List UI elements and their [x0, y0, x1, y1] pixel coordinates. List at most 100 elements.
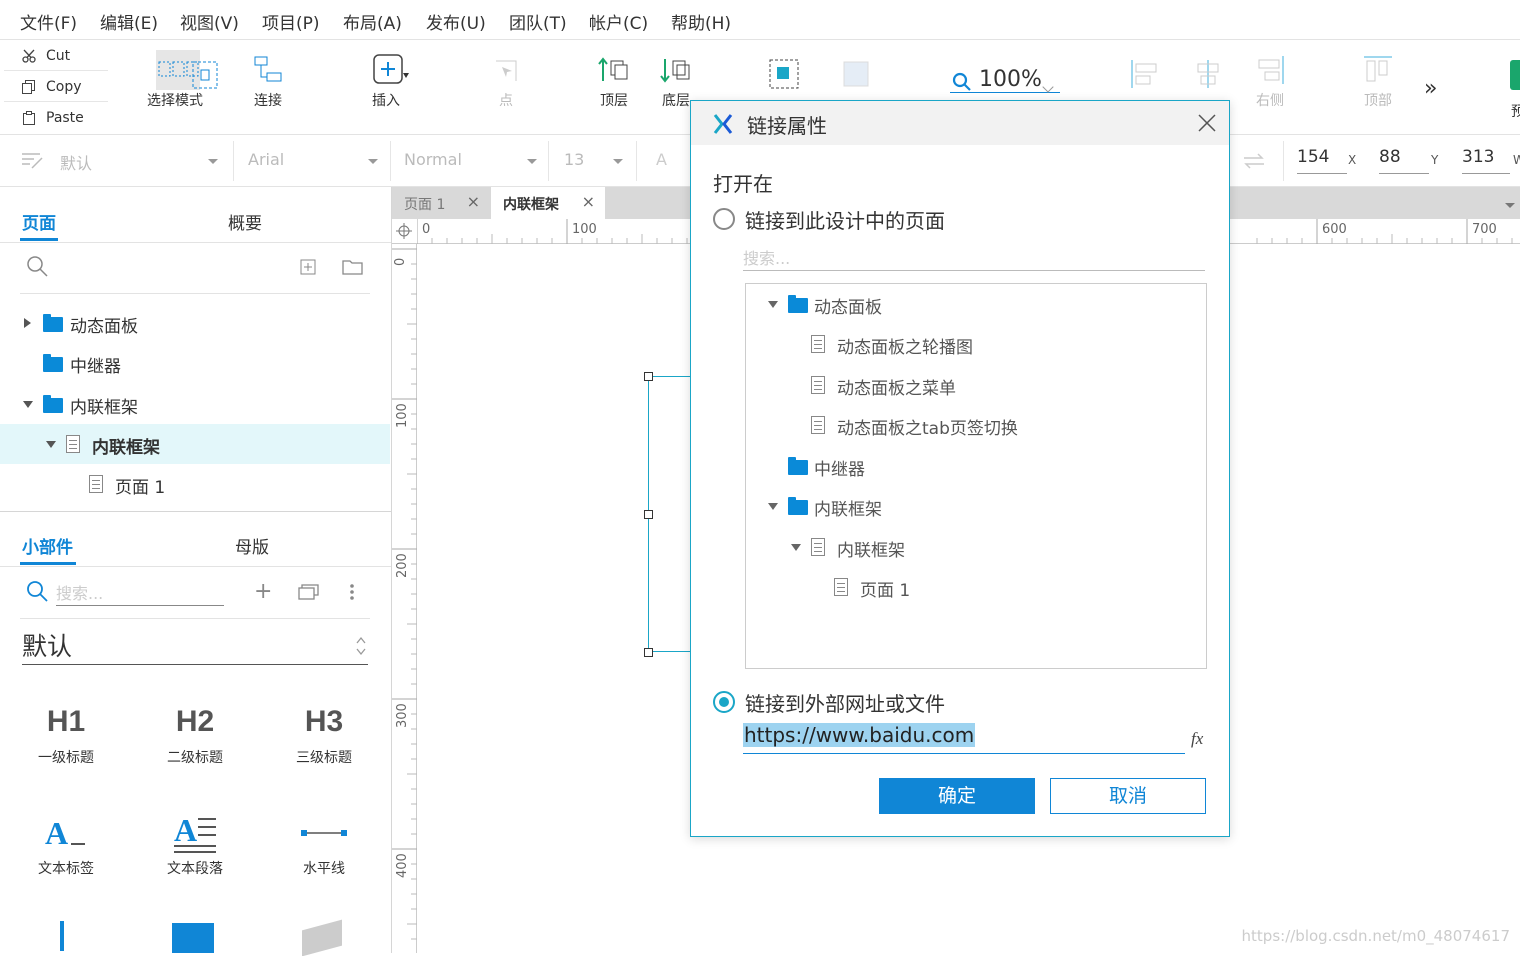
- top-layer-button[interactable]: 顶层: [584, 50, 644, 110]
- ok-button[interactable]: 确定: [879, 778, 1035, 814]
- menu-file[interactable]: 文件(F): [20, 9, 77, 34]
- menu-publish[interactable]: 发布(U): [426, 9, 486, 34]
- paste-button[interactable]: Paste: [4, 103, 108, 133]
- collapse-icon[interactable]: [23, 401, 33, 408]
- x-field[interactable]: 154: [1297, 147, 1347, 174]
- link-to-page-option[interactable]: 链接到此设计中的页面: [711, 205, 1011, 233]
- page-tree-item[interactable]: 内联框架: [0, 384, 390, 424]
- menu-edit[interactable]: 编辑(E): [100, 9, 158, 34]
- picker-tree-item[interactable]: 动态面板之tab页签切换: [746, 405, 1206, 445]
- expand-icon[interactable]: [24, 318, 31, 328]
- connect-button[interactable]: 连接: [238, 50, 298, 110]
- radio-page[interactable]: [713, 208, 735, 230]
- zoom-search-icon: [952, 72, 972, 92]
- widget-text-label[interactable]: A 文本标签: [16, 808, 116, 878]
- library-stack-icon[interactable]: [298, 583, 320, 601]
- close-icon[interactable]: [1198, 114, 1216, 132]
- menu-account[interactable]: 帐户(C): [589, 9, 648, 34]
- widget-h2[interactable]: H2 二级标题: [145, 697, 245, 767]
- tab-masters[interactable]: 母版: [235, 533, 269, 558]
- resize-handle[interactable]: [644, 510, 653, 519]
- style-select[interactable]: 默认: [60, 150, 92, 174]
- hotspot-icon[interactable]: [172, 923, 214, 953]
- connect-label: 连接: [238, 90, 298, 110]
- tab-pages[interactable]: 页面: [22, 209, 56, 234]
- font-family-select[interactable]: Arial: [248, 150, 284, 169]
- text-color-icon[interactable]: A: [656, 150, 667, 169]
- picker-tree-item[interactable]: 页面 1: [746, 567, 1206, 607]
- ruler-vertical: 0 100 200 300 400: [392, 244, 417, 953]
- group-button[interactable]: [766, 58, 802, 94]
- menu-help[interactable]: 帮助(H): [671, 9, 731, 34]
- collapse-icon[interactable]: [46, 441, 56, 448]
- w-field[interactable]: 313: [1462, 147, 1510, 174]
- add-folder-icon[interactable]: [342, 258, 364, 276]
- url-input[interactable]: https://www.baidu.com: [743, 723, 1185, 754]
- resize-handle[interactable]: [644, 648, 653, 657]
- picker-tree-item[interactable]: 内联框架: [746, 527, 1206, 567]
- select-intersect-button[interactable]: [190, 60, 220, 94]
- vertical-line-icon[interactable]: [60, 921, 64, 951]
- collapse-icon[interactable]: [768, 503, 778, 510]
- collapse-icon[interactable]: [791, 544, 801, 551]
- more-vertical-icon[interactable]: [348, 583, 356, 601]
- widget-paragraph[interactable]: A 文本段落: [145, 808, 245, 878]
- link-to-url-option[interactable]: 链接到外部网址或文件: [711, 688, 1011, 716]
- radio-url[interactable]: [713, 691, 735, 713]
- search-icon[interactable]: [26, 255, 50, 279]
- tab-list-caret-icon[interactable]: [1505, 203, 1515, 208]
- point-button[interactable]: 点: [476, 50, 536, 110]
- align-center-button[interactable]: [1188, 58, 1228, 94]
- widget-h1[interactable]: H1 一级标题: [16, 697, 116, 767]
- preview-icon[interactable]: [1510, 60, 1520, 90]
- page-tree-item-selected[interactable]: 内联框架: [0, 424, 390, 464]
- cut-button[interactable]: Cut: [4, 41, 108, 71]
- caret-down-icon: [208, 159, 218, 164]
- tab-outline[interactable]: 概要: [228, 209, 262, 234]
- page-tree-item[interactable]: 中继器: [0, 343, 390, 383]
- insert-button[interactable]: 插入: [356, 50, 416, 110]
- page-tree-item[interactable]: 动态面板: [0, 303, 390, 343]
- add-library-icon[interactable]: +: [254, 579, 272, 604]
- picker-tree-item[interactable]: 动态面板: [746, 284, 1206, 324]
- selected-inline-frame[interactable]: [648, 376, 693, 652]
- swap-icon[interactable]: [1242, 151, 1266, 171]
- more-tools-icon[interactable]: »: [1424, 76, 1437, 101]
- zoom-control[interactable]: 100%: [950, 67, 1060, 93]
- fx-button[interactable]: fx: [1191, 729, 1203, 749]
- page-search-input[interactable]: 搜索...: [743, 245, 1205, 271]
- picker-tree-item[interactable]: 内联框架: [746, 486, 1206, 526]
- font-size-select[interactable]: 13: [564, 150, 584, 169]
- tab-widgets[interactable]: 小部件: [22, 533, 73, 558]
- tab-inline-frame[interactable]: 内联框架 ×: [491, 187, 605, 219]
- close-icon[interactable]: ×: [582, 192, 595, 211]
- dynamic-panel-icon[interactable]: [302, 920, 342, 956]
- resize-handle[interactable]: [644, 372, 653, 381]
- collapse-icon[interactable]: [768, 301, 778, 308]
- widget-h3[interactable]: H3 三级标题: [274, 697, 374, 767]
- cancel-button[interactable]: 取消: [1050, 778, 1206, 814]
- ungroup-button[interactable]: [838, 58, 874, 94]
- picker-tree-item[interactable]: 动态面板之轮播图: [746, 324, 1206, 364]
- align-top-button[interactable]: 顶部: [1348, 50, 1408, 110]
- tab-underline: [20, 562, 76, 565]
- copy-button[interactable]: Copy: [4, 72, 108, 102]
- add-page-icon[interactable]: [300, 259, 316, 275]
- widget-hline[interactable]: 水平线: [274, 808, 374, 878]
- font-weight-select[interactable]: Normal: [404, 150, 462, 169]
- library-select[interactable]: 默认: [22, 627, 368, 665]
- align-left-button[interactable]: [1125, 58, 1165, 94]
- paste-label: Paste: [46, 110, 84, 126]
- menu-layout[interactable]: 布局(A): [343, 9, 402, 34]
- align-right-button[interactable]: 右侧: [1240, 50, 1300, 110]
- picker-tree-item[interactable]: 动态面板之菜单: [746, 365, 1206, 405]
- y-field[interactable]: 88: [1379, 147, 1429, 174]
- menu-project[interactable]: 项目(P): [262, 9, 320, 34]
- widget-search-input[interactable]: 搜索...: [56, 580, 224, 606]
- picker-tree-item[interactable]: 中继器: [746, 446, 1206, 486]
- menu-team[interactable]: 团队(T): [509, 9, 567, 34]
- menu-view[interactable]: 视图(V): [180, 9, 239, 34]
- tab-page-1[interactable]: 页面 1 ×: [392, 187, 490, 219]
- close-icon[interactable]: ×: [467, 192, 480, 211]
- page-tree-item[interactable]: 页面 1: [0, 464, 390, 504]
